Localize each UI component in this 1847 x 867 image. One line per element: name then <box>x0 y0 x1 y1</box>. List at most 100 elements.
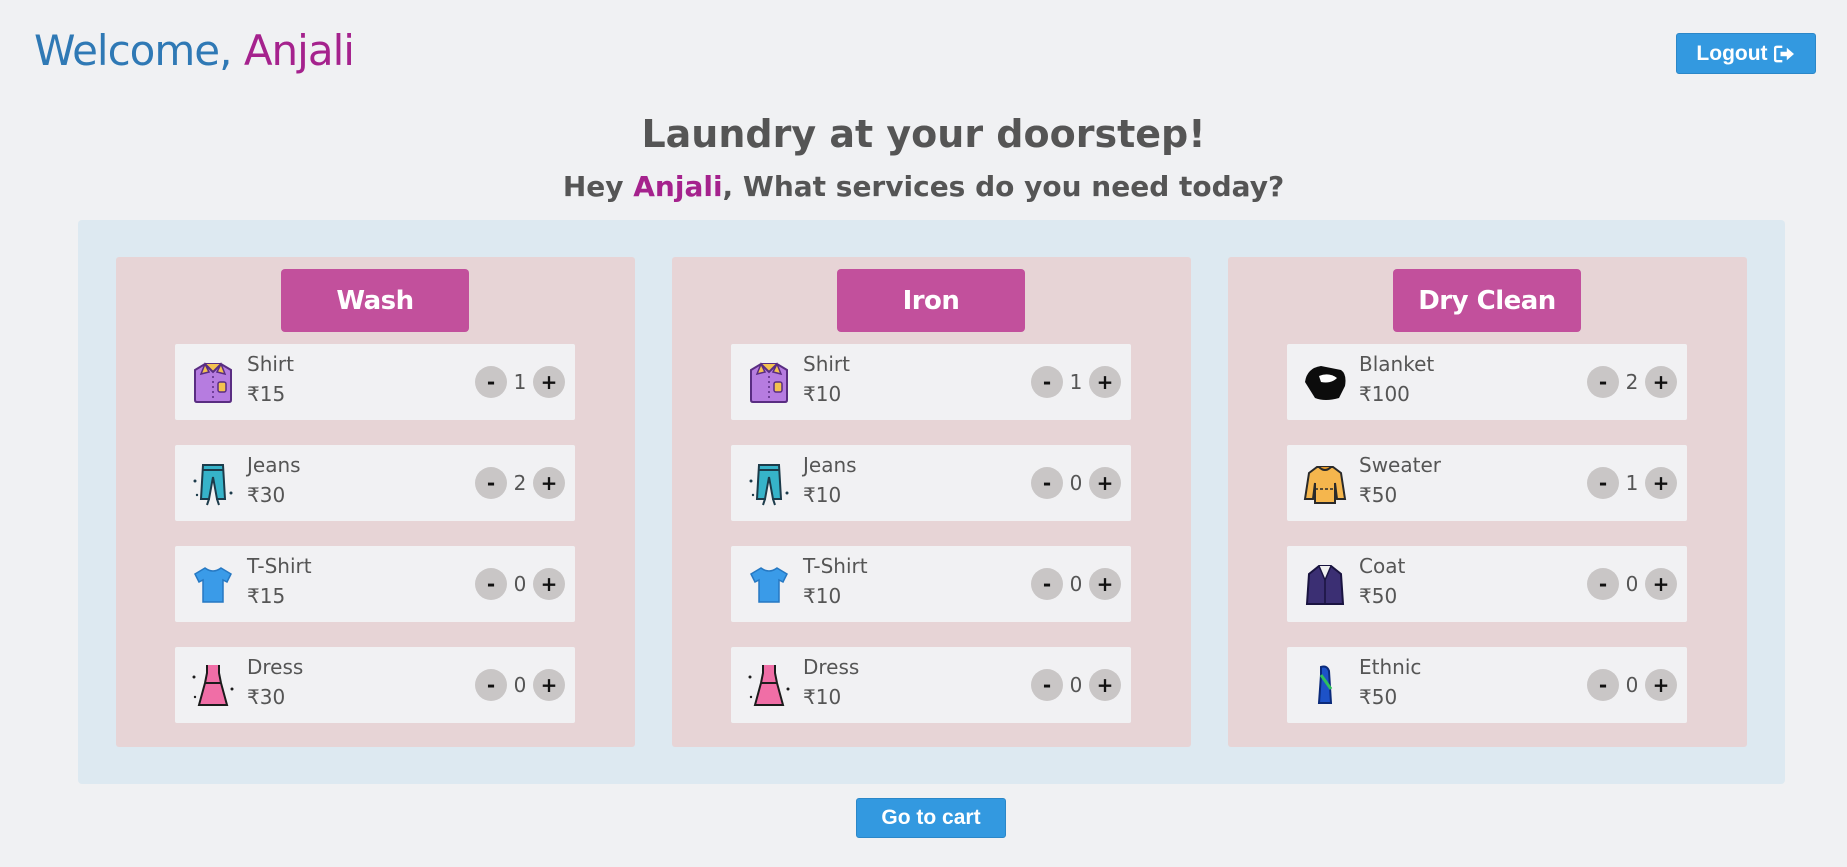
increment-button[interactable]: + <box>1089 366 1121 398</box>
greeting-prefix: Hey <box>562 170 634 203</box>
quantity-stepper: -1 + <box>1031 366 1121 398</box>
item-name: Blanket <box>1359 352 1435 376</box>
list-item: T-Shirt ₹15 -0 + <box>175 546 575 622</box>
decrement-button[interactable]: - <box>1031 467 1063 499</box>
quantity-value: 1 <box>513 370 527 394</box>
decrement-button[interactable]: - <box>475 366 507 398</box>
quantity-value: 0 <box>1069 471 1083 495</box>
decrement-button[interactable]: - <box>1031 366 1063 398</box>
service-title-button[interactable]: Iron <box>837 269 1025 332</box>
increment-button[interactable]: + <box>533 568 565 600</box>
quantity-value: 0 <box>1625 572 1639 596</box>
quantity-value: 0 <box>1069 673 1083 697</box>
quantity-stepper: -0 + <box>1587 669 1677 701</box>
service-panel-iron: Iron Shirt ₹10-1 + Jeans ₹10-0 + T-Shirt ₹10-… <box>672 257 1191 747</box>
decrement-button[interactable]: - <box>1031 568 1063 600</box>
item-name: T-Shirt <box>803 554 868 578</box>
logout-label: Logout <box>1696 41 1768 65</box>
sweater-icon <box>1301 459 1349 507</box>
item-name: Ethnic <box>1359 655 1422 679</box>
tshirt-icon <box>745 560 793 608</box>
quantity-stepper: -2 + <box>1587 366 1677 398</box>
quantity-stepper: -0 + <box>1587 568 1677 600</box>
service-title-button[interactable]: Wash <box>281 269 469 332</box>
decrement-button[interactable]: - <box>1587 669 1619 701</box>
quantity-value: 1 <box>1069 370 1083 394</box>
greeting-suffix: , What services do you need today? <box>722 170 1285 203</box>
item-name: Coat <box>1359 554 1406 578</box>
list-item: Jeans ₹10 -0 + <box>731 445 1131 521</box>
quantity-value: 0 <box>1625 673 1639 697</box>
increment-button[interactable]: + <box>1089 467 1121 499</box>
item-price: ₹100 <box>1359 382 1410 406</box>
blanket-icon <box>1301 358 1349 406</box>
list-item: Shirt ₹15 -1 + <box>175 344 575 420</box>
quantity-value: 0 <box>513 673 527 697</box>
item-name: Jeans <box>247 453 301 477</box>
decrement-button[interactable]: - <box>1587 467 1619 499</box>
quantity-stepper: -0 + <box>475 568 565 600</box>
item-name: Jeans <box>803 453 857 477</box>
item-price: ₹10 <box>803 382 842 406</box>
dress-icon <box>745 661 793 709</box>
jeans-icon <box>745 459 793 507</box>
decrement-button[interactable]: - <box>475 467 507 499</box>
quantity-value: 2 <box>1625 370 1639 394</box>
logout-button[interactable]: Logout <box>1676 33 1816 74</box>
list-item: Ethnic ₹50 -0 + <box>1287 647 1687 723</box>
item-name: T-Shirt <box>247 554 312 578</box>
go-to-cart-button[interactable]: Go to cart <box>856 798 1006 838</box>
increment-button[interactable]: + <box>533 669 565 701</box>
service-panel-dry-clean: Dry Clean Blanket ₹100-2 + Sweater ₹50-1 + C… <box>1228 257 1747 747</box>
increment-button[interactable]: + <box>1089 669 1121 701</box>
item-price: ₹15 <box>247 584 286 608</box>
increment-button[interactable]: + <box>1645 568 1677 600</box>
quantity-stepper: -0 + <box>1031 467 1121 499</box>
item-name: Dress <box>247 655 304 679</box>
decrement-button[interactable]: - <box>1031 669 1063 701</box>
item-price: ₹50 <box>1359 685 1398 709</box>
item-price: ₹10 <box>803 483 842 507</box>
quantity-value: 0 <box>513 572 527 596</box>
shirt-icon <box>189 358 237 406</box>
increment-button[interactable]: + <box>1645 467 1677 499</box>
increment-button[interactable]: + <box>1645 366 1677 398</box>
list-item: Shirt ₹10 -1 + <box>731 344 1131 420</box>
item-name: Shirt <box>803 352 850 376</box>
list-item: Dress ₹30 -0 + <box>175 647 575 723</box>
list-item: Dress ₹10 -0 + <box>731 647 1131 723</box>
list-item: T-Shirt ₹10 -0 + <box>731 546 1131 622</box>
list-item: Sweater ₹50 -1 + <box>1287 445 1687 521</box>
decrement-button[interactable]: - <box>475 568 507 600</box>
quantity-value: 1 <box>1625 471 1639 495</box>
item-price: ₹10 <box>803 584 842 608</box>
increment-button[interactable]: + <box>1645 669 1677 701</box>
list-item: Coat ₹50 -0 + <box>1287 546 1687 622</box>
quantity-stepper: -0 + <box>475 669 565 701</box>
increment-button[interactable]: + <box>533 467 565 499</box>
item-price: ₹15 <box>247 382 286 406</box>
welcome-prefix: Welcome, <box>34 26 232 75</box>
decrement-button[interactable]: - <box>1587 366 1619 398</box>
greeting-user-name: Anjali <box>633 170 723 203</box>
quantity-stepper: -0 + <box>1031 669 1121 701</box>
increment-button[interactable]: + <box>533 366 565 398</box>
decrement-button[interactable]: - <box>475 669 507 701</box>
quantity-value: 2 <box>513 471 527 495</box>
item-price: ₹50 <box>1359 584 1398 608</box>
item-price: ₹50 <box>1359 483 1398 507</box>
item-name: Shirt <box>247 352 294 376</box>
list-item: Jeans ₹30 -2 + <box>175 445 575 521</box>
list-item: Blanket ₹100 -2 + <box>1287 344 1687 420</box>
decrement-button[interactable]: - <box>1587 568 1619 600</box>
quantity-stepper: -0 + <box>1031 568 1121 600</box>
greeting-line: Hey Anjali, What services do you need to… <box>0 170 1847 203</box>
item-name: Sweater <box>1359 453 1441 477</box>
page-headline: Laundry at your doorstep! <box>641 112 1206 156</box>
service-title-button[interactable]: Dry Clean <box>1393 269 1581 332</box>
sign-out-icon <box>1773 45 1794 62</box>
quantity-stepper: -1 + <box>475 366 565 398</box>
welcome-user-name: Anjali <box>243 26 355 75</box>
increment-button[interactable]: + <box>1089 568 1121 600</box>
welcome-heading: Welcome, Anjali <box>34 26 355 75</box>
